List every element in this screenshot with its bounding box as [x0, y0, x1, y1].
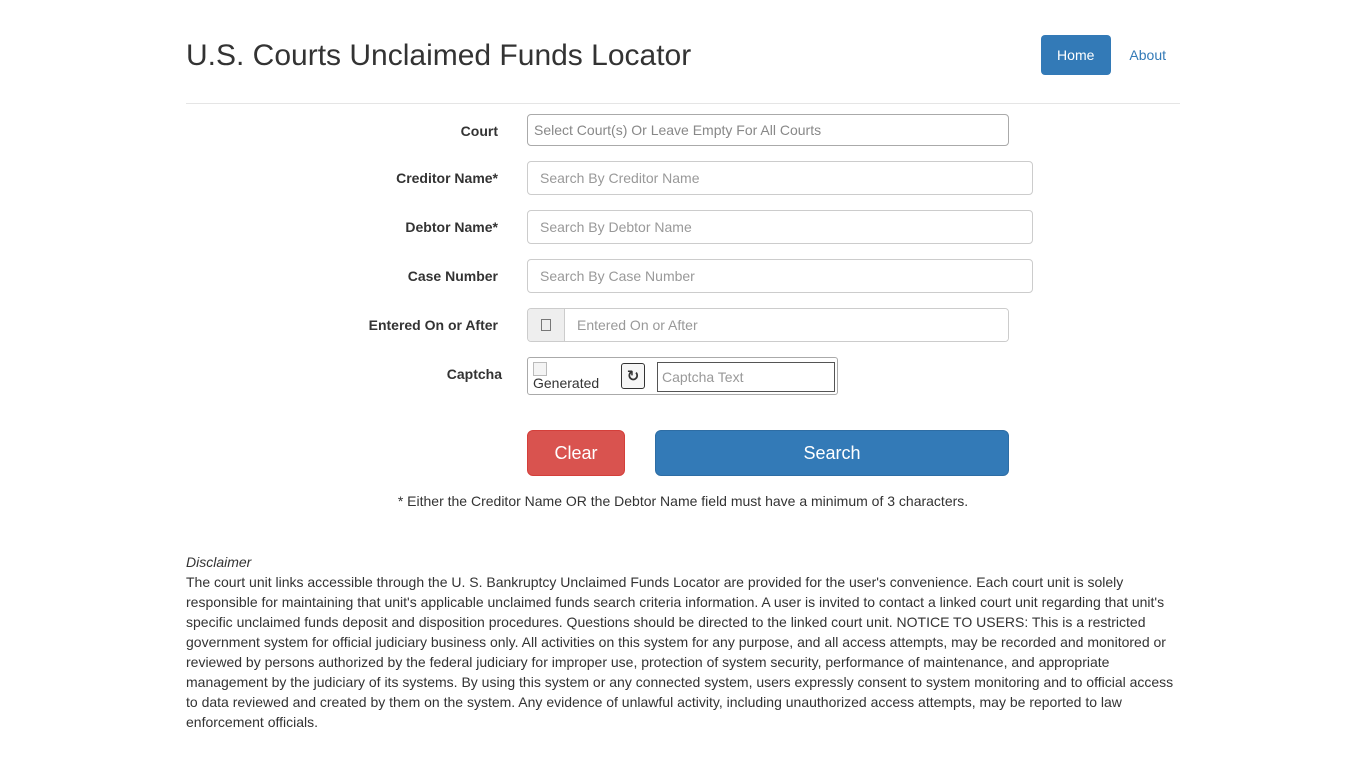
search-button[interactable]: Search	[655, 430, 1009, 476]
header: U.S. Courts Unclaimed Funds Locator Home…	[186, 0, 1180, 104]
validation-note: * Either the Creditor Name OR the Debtor…	[397, 493, 969, 509]
disclaimer-title: Disclaimer	[186, 554, 252, 570]
captcha-image-alt: Generated	[533, 375, 600, 391]
date-input-group	[527, 308, 1009, 342]
disclaimer-text: The court unit links accessible through …	[186, 574, 1174, 730]
creditor-name-label: Creditor Name*	[396, 170, 498, 186]
calendar-icon-glyph	[541, 319, 551, 331]
captcha-label: Captcha	[446, 366, 502, 382]
creditor-name-input[interactable]	[527, 161, 1033, 195]
case-number-label: Case Number	[407, 268, 498, 284]
top-nav: Home About	[1041, 35, 1180, 75]
broken-image-icon	[533, 362, 547, 376]
calendar-icon[interactable]	[528, 309, 565, 341]
case-number-input[interactable]	[527, 259, 1033, 293]
captcha-image: Generated	[533, 362, 619, 392]
entered-on-label: Entered On or After	[368, 317, 498, 333]
entered-on-input[interactable]	[565, 309, 1008, 341]
debtor-name-label: Debtor Name*	[405, 219, 498, 235]
page-title: U.S. Courts Unclaimed Funds Locator	[186, 39, 692, 72]
court-label: Court	[460, 123, 498, 139]
captcha-refresh-button[interactable]: ↻	[621, 363, 645, 389]
nav-about-link[interactable]: About	[1112, 35, 1180, 75]
debtor-name-input[interactable]	[527, 210, 1033, 244]
page-container: U.S. Courts Unclaimed Funds Locator Home…	[186, 0, 1180, 730]
court-select[interactable]	[527, 114, 1009, 146]
captcha-text-input[interactable]	[657, 362, 835, 392]
refresh-icon: ↻	[626, 368, 640, 385]
nav-home-link[interactable]: Home	[1041, 35, 1112, 75]
clear-button[interactable]: Clear	[527, 430, 625, 476]
captcha-widget: Generated ↻	[527, 357, 838, 395]
